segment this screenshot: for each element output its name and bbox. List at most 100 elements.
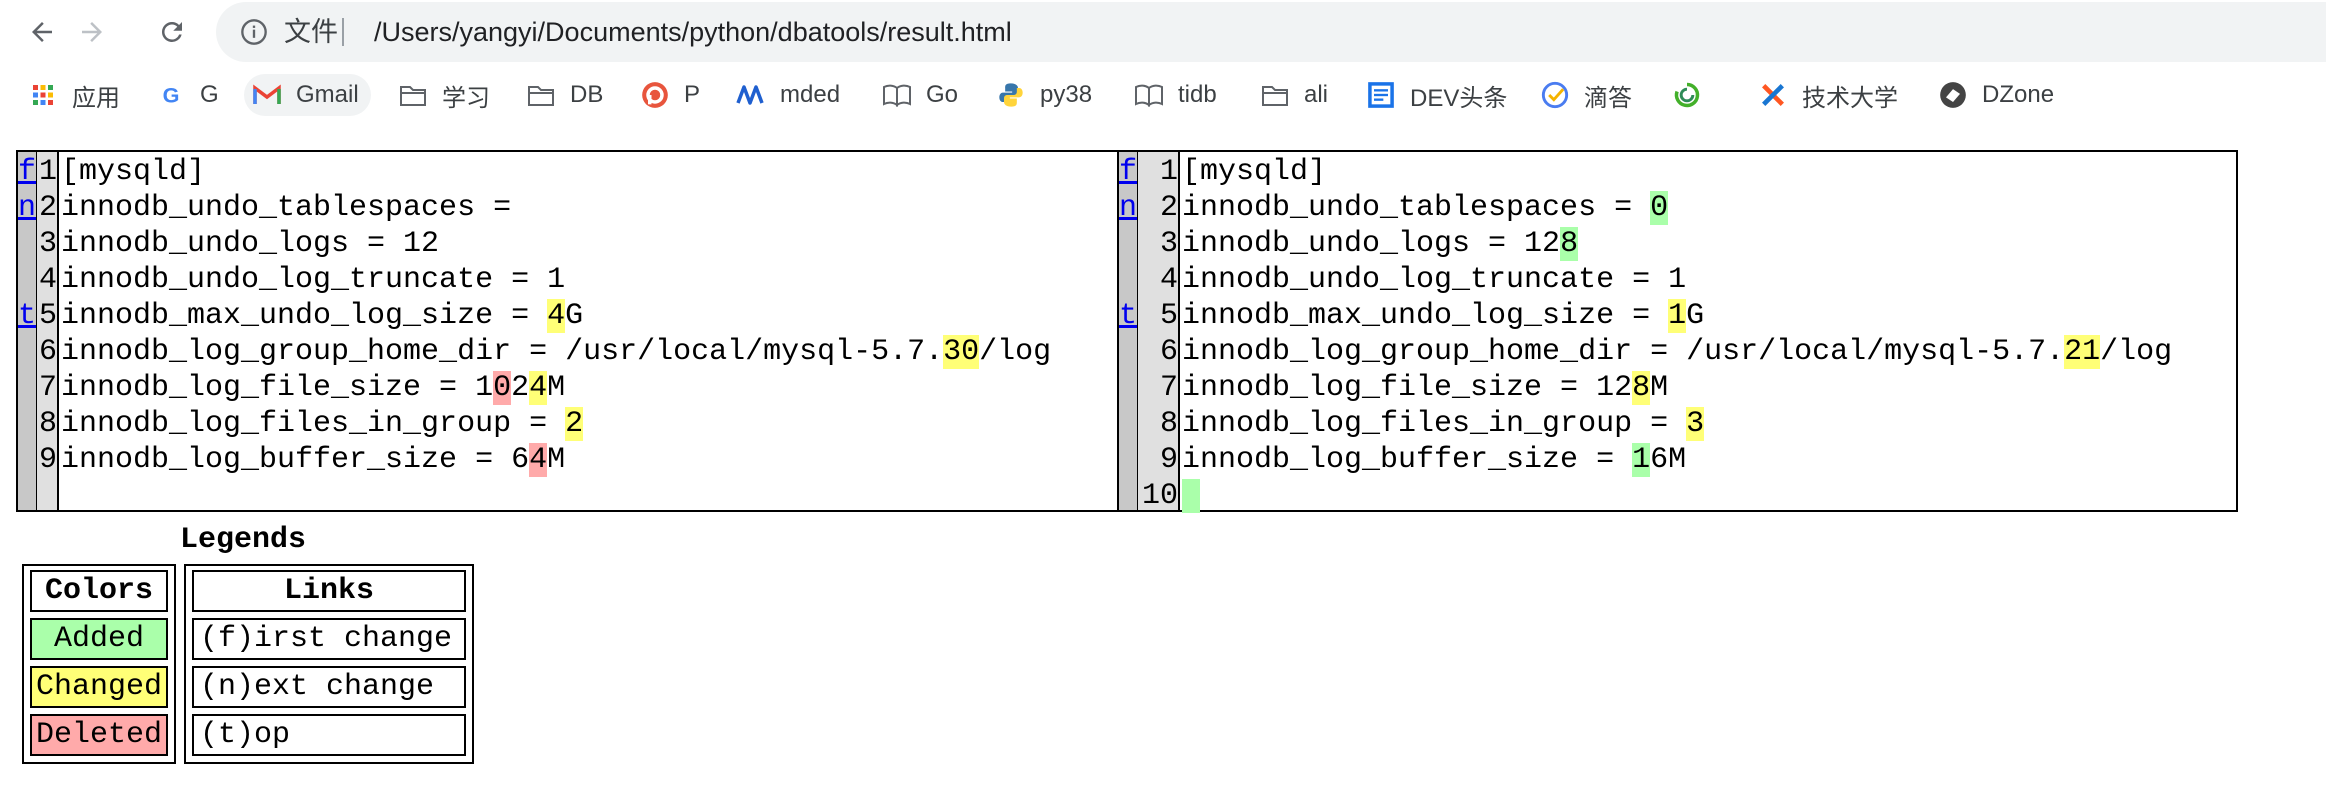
text-segment: innodb_undo_tablespaces =: [1182, 191, 1651, 225]
diff-line: 3 innodb_undo_logs = 12: [18, 226, 1132, 262]
line-text: innodb_log_files_in_group = 2: [61, 406, 584, 442]
bookmark-label: tidb: [1178, 81, 1217, 108]
bookmark-apps[interactable]: 应用: [28, 74, 120, 116]
text-segment: G: [1686, 299, 1705, 333]
line-number: 3: [38, 227, 57, 261]
diff-line: n 2 innodb_undo_tablespaces =: [18, 190, 1132, 226]
line-text: innodb_undo_logs = 12: [61, 226, 439, 262]
bookmark-folder-db[interactable]: DB: [526, 74, 603, 116]
line-number: 5: [38, 299, 57, 333]
text-segment: 2: [511, 371, 530, 405]
reload-button[interactable]: [150, 10, 194, 54]
bookmark-mded[interactable]: mded: [736, 74, 840, 116]
diff-line: f 1 [mysqld]: [1119, 154, 2236, 190]
text-segment: G: [565, 299, 584, 333]
bookmark-label: mded: [780, 81, 841, 108]
folder-icon: [1260, 80, 1290, 110]
dzone-logo-icon: [1938, 80, 1968, 110]
line-number: 1: [1159, 155, 1178, 189]
text-segment: 6M: [1650, 443, 1687, 477]
changed-segment: 30: [943, 335, 980, 369]
gmail-icon: [252, 80, 282, 110]
text-segment: M: [547, 371, 566, 405]
bookmark-tidb[interactable]: tidb: [1134, 74, 1217, 116]
line-text: innodb_undo_log_truncate = 1: [61, 262, 565, 298]
diff-line: 7 innodb_log_file_size = 1024M: [18, 370, 1132, 406]
line-text: [mysqld]: [1182, 154, 1326, 190]
bookmark-py38[interactable]: py38: [996, 74, 1092, 116]
bookmark-label: Go: [926, 81, 959, 108]
legend-links-table: Links (f)irst change (n)ext change (t)op: [184, 564, 474, 764]
bookmark-label: P: [684, 81, 701, 108]
diff-line: 9 innodb_log_buffer_size = 64M: [18, 442, 1132, 478]
line-number: 5: [1159, 299, 1178, 333]
line-number: 1: [38, 155, 57, 189]
nav-link-next[interactable]: n: [1119, 190, 1137, 226]
back-arrow-icon: [32, 22, 52, 42]
text-segment: innodb_undo_logs = 12: [1182, 227, 1561, 261]
bookmark-green[interactable]: [1672, 74, 1716, 116]
line-text: innodb_undo_log_truncate = 1: [1182, 262, 1686, 298]
changed-segment: 4: [529, 371, 548, 405]
bookmark-tech-university[interactable]: 技术大学: [1758, 74, 1898, 116]
address-bar[interactable]: 文件 /Users/yangyi/Documents/python/dbatoo…: [216, 2, 2326, 62]
bookmark-go[interactable]: Go: [882, 74, 958, 116]
text-segment: innodb_undo_log_truncate = 1: [1182, 263, 1687, 297]
diff-line: t 5 innodb_max_undo_log_size = 4G: [18, 298, 1132, 334]
bookmark-label: G: [200, 81, 219, 108]
added-segment: [1182, 479, 1201, 513]
text-segment: innodb_log_buffer_size = 6: [61, 443, 530, 477]
bookmark-dzone[interactable]: DZone: [1938, 74, 2054, 116]
text-segment: /log: [979, 335, 1052, 369]
browser-toolbar: 文件 /Users/yangyi/Documents/python/dbatoo…: [0, 0, 2326, 64]
text-segment: innodb_log_group_home_dir = /usr/local/m…: [1182, 335, 2065, 369]
forward-button[interactable]: [70, 10, 114, 54]
text-segment: [mysqld]: [61, 155, 206, 189]
changed-segment: 4: [547, 299, 566, 333]
diff-pane-left: f 1 [mysqld] n 2 innodb_undo_tablespaces = 3i…: [16, 150, 1134, 512]
info-icon[interactable]: [240, 18, 268, 46]
bookmark-label: 应用: [72, 84, 120, 112]
nav-link-first[interactable]: f: [1119, 154, 1137, 190]
line-text: innodb_undo_tablespaces =: [61, 190, 529, 226]
bookmarks-bar: 应用 G G Gmail 学习 DB P mded Go py38 tidb a…: [0, 70, 2326, 120]
line-text: innodb_log_buffer_size = 64M: [61, 442, 565, 478]
changed-segment: 8: [1632, 371, 1651, 405]
legend-first-change: (f)irst change: [192, 618, 466, 660]
text-segment: innodb_log_group_home_dir = /usr/local/m…: [61, 335, 944, 369]
bookmark-gmail[interactable]: Gmail: [244, 74, 371, 116]
line-number: 9: [1159, 443, 1178, 477]
text-segment: innodb_log_buffer_size =: [1182, 443, 1633, 477]
added-segment: 1: [1632, 443, 1651, 477]
diff-line: f 1 [mysqld]: [18, 154, 1132, 190]
bookmark-dev[interactable]: DEV头条: [1366, 74, 1507, 116]
legend-deleted: Deleted: [30, 714, 168, 756]
bookmark-label: Gmail: [296, 81, 359, 108]
legend-colors-table: Colors Added Changed Deleted: [22, 564, 176, 764]
bookmark-folder-study[interactable]: 学习: [398, 74, 490, 116]
bookmark-label: 学习: [442, 84, 490, 112]
back-button[interactable]: [20, 10, 64, 54]
bookmark-didiao[interactable]: 滴答: [1540, 74, 1632, 116]
line-text: innodb_log_group_home_dir = /usr/local/m…: [1182, 334, 2172, 370]
line-text: [mysqld]: [61, 154, 205, 190]
bookmark-p[interactable]: P: [640, 74, 700, 116]
changed-segment: 21: [2064, 335, 2101, 369]
mded-logo-icon: [736, 80, 766, 110]
line-number: 3: [1159, 227, 1178, 261]
bookmark-label: ali: [1304, 81, 1329, 108]
legend-changed: Changed: [30, 666, 168, 708]
bookmark-folder-ali[interactable]: ali: [1260, 74, 1328, 116]
diff-line: 7 innodb_log_file_size = 128M: [1119, 370, 2236, 406]
url-text[interactable]: /Users/yangyi/Documents/python/dbatools/…: [374, 16, 1012, 48]
nav-link-first[interactable]: f: [18, 154, 36, 190]
text-segment: /log: [2100, 335, 2173, 369]
line-text: innodb_log_file_size = 1024M: [61, 370, 565, 406]
diff-line: 4 innodb_undo_log_truncate = 1: [18, 262, 1132, 298]
bookmark-google[interactable]: G G: [156, 74, 219, 116]
nav-link-top[interactable]: t: [18, 298, 36, 334]
deleted-segment: 0: [493, 371, 512, 405]
apps-grid-icon: [28, 80, 58, 110]
nav-link-next[interactable]: n: [18, 190, 36, 226]
nav-link-top[interactable]: t: [1119, 298, 1137, 334]
